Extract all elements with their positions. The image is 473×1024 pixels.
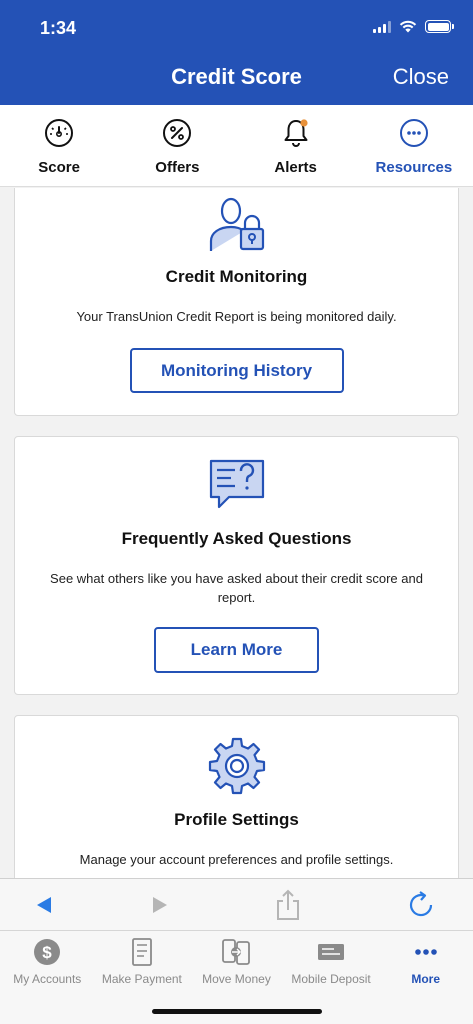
tab-resources[interactable]: Resources: [355, 105, 473, 186]
learn-more-button[interactable]: Learn More: [154, 627, 319, 673]
faq-card: Frequently Asked Questions See what othe…: [14, 436, 459, 695]
back-arrow-icon: [37, 897, 51, 913]
bill-icon: [131, 938, 152, 966]
credit-monitoring-card: Credit Monitoring Your TransUnion Credit…: [14, 188, 459, 416]
tab-label: Score: [38, 159, 80, 176]
question-document-icon: [209, 459, 264, 509]
profile-settings-card: Profile Settings Manage your account pre…: [14, 715, 459, 878]
tab-bar: Score Offers Alerts Resources: [0, 105, 473, 187]
tab-offers[interactable]: Offers: [118, 105, 236, 186]
nav-more[interactable]: More: [378, 931, 473, 1024]
wifi-icon: [399, 20, 417, 33]
cellular-signal-icon: [373, 20, 391, 33]
status-time: 1:34: [40, 18, 77, 38]
battery-icon: [425, 20, 454, 33]
tab-score[interactable]: Score: [0, 105, 118, 186]
refresh-icon: [409, 891, 433, 917]
dollar-circle-icon: $: [34, 939, 61, 965]
user-lock-icon: [209, 197, 264, 251]
nav-my-accounts[interactable]: $ My Accounts: [0, 931, 95, 1024]
close-button[interactable]: Close: [393, 64, 449, 90]
forward-button[interactable]: [144, 889, 176, 921]
monitoring-history-button[interactable]: Monitoring History: [129, 348, 344, 393]
nav-label: Mobile Deposit: [291, 972, 371, 986]
card-title: Frequently Asked Questions: [121, 529, 352, 548]
tab-label: Offers: [155, 159, 200, 176]
share-button[interactable]: [272, 889, 304, 921]
card-title: Credit Monitoring: [165, 267, 308, 286]
tab-alerts[interactable]: Alerts: [237, 105, 355, 186]
ellipsis-circle-icon: [399, 119, 428, 147]
app-header: 1:34 Credit Score Close: [0, 0, 473, 105]
card-description: Manage your account preferences and prof…: [79, 852, 394, 867]
transfer-icon: [222, 939, 251, 965]
nav-label: Move Money: [202, 972, 271, 986]
check-deposit-icon: [318, 944, 345, 960]
refresh-button[interactable]: [406, 889, 438, 921]
svg-text:$: $: [43, 943, 53, 962]
bell-icon: [284, 119, 308, 147]
resources-content[interactable]: Credit Monitoring Your TransUnion Credit…: [0, 188, 473, 878]
percent-icon: [163, 119, 192, 147]
nav-label: More: [411, 972, 440, 986]
status-icons: [373, 20, 454, 33]
forward-arrow-icon: [153, 897, 167, 913]
card-description: See what others like you have asked abou…: [50, 571, 423, 605]
tab-label: Resources: [375, 159, 453, 176]
back-button[interactable]: [28, 889, 60, 921]
gear-icon: [208, 737, 265, 795]
tab-label: Alerts: [274, 159, 317, 176]
nav-label: Make Payment: [101, 972, 182, 986]
card-title: Profile Settings: [174, 810, 299, 829]
browser-toolbar: [0, 878, 473, 930]
share-icon: [277, 889, 299, 920]
more-dots-icon: [414, 949, 437, 955]
speedometer-icon: [45, 119, 74, 147]
home-indicator: [152, 1009, 322, 1014]
card-description: Your TransUnion Credit Report is being m…: [76, 309, 397, 324]
nav-label: My Accounts: [13, 972, 82, 986]
